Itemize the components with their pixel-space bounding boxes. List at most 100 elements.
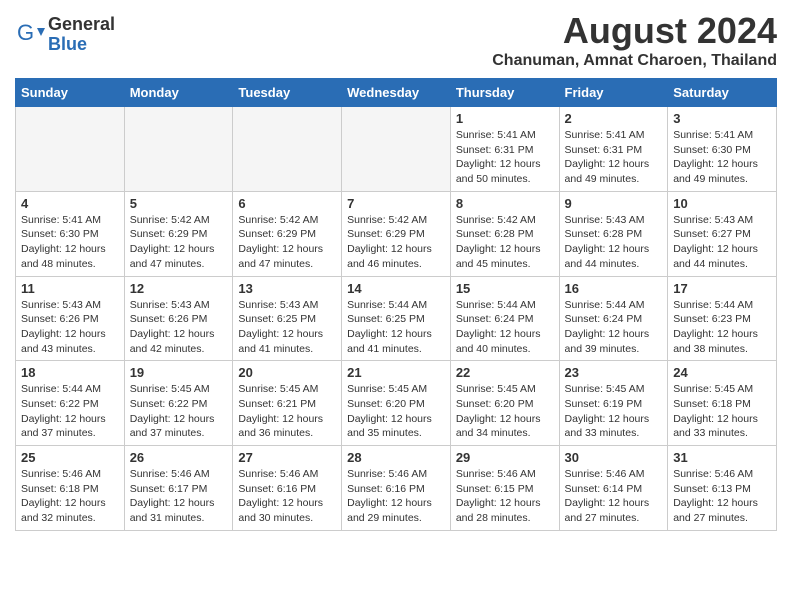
calendar-cell: 4Sunrise: 5:41 AM Sunset: 6:30 PM Daylig… <box>16 191 125 276</box>
day-number: 12 <box>130 281 228 296</box>
day-number: 7 <box>347 196 445 211</box>
calendar-cell: 19 Sunrise: 5:45 AM Sunset: 6:22 PM Dayli… <box>124 361 233 446</box>
day-info: Sunrise: 5:41 AM Sunset: 6:31 PM Dayligh… <box>456 128 554 187</box>
calendar-cell <box>342 107 451 192</box>
calendar-cell: 9Sunrise: 5:43 AM Sunset: 6:28 PM Daylig… <box>559 191 668 276</box>
day-number: 16 <box>565 281 663 296</box>
title-area: August 2024 Chanuman, Amnat Charoen, Tha… <box>492 10 777 70</box>
day-number: 14 <box>347 281 445 296</box>
svg-text:G: G <box>17 20 34 45</box>
day-number: 23 <box>565 365 663 380</box>
day-info: Sunrise: 5:46 AM Sunset: 6:13 PM Dayligh… <box>673 467 771 526</box>
day-number: 1 <box>456 111 554 126</box>
calendar-week-4: 25 Sunrise: 5:46 AM Sunset: 6:18 PM Dayli… <box>16 446 777 531</box>
calendar-cell: 25 Sunrise: 5:46 AM Sunset: 6:18 PM Dayli… <box>16 446 125 531</box>
weekday-header-friday: Friday <box>559 79 668 107</box>
day-number: 6 <box>238 196 336 211</box>
calendar-table: SundayMondayTuesdayWednesdayThursdayFrid… <box>15 78 777 531</box>
day-info: Sunrise: 5:42 AM Sunset: 6:29 PM Dayligh… <box>347 213 445 272</box>
logo-text: General Blue <box>48 15 115 55</box>
weekday-header-sunday: Sunday <box>16 79 125 107</box>
day-number: 18 <box>21 365 119 380</box>
calendar-week-0: 1 Sunrise: 5:41 AM Sunset: 6:31 PM Daylig… <box>16 107 777 192</box>
day-number: 24 <box>673 365 771 380</box>
day-number: 15 <box>456 281 554 296</box>
day-info: Sunrise: 5:42 AM Sunset: 6:29 PM Dayligh… <box>238 213 336 272</box>
day-number: 2 <box>565 111 663 126</box>
calendar-cell: 31 Sunrise: 5:46 AM Sunset: 6:13 PM Dayli… <box>668 446 777 531</box>
weekday-header-wednesday: Wednesday <box>342 79 451 107</box>
weekday-header-monday: Monday <box>124 79 233 107</box>
day-info: Sunrise: 5:46 AM Sunset: 6:14 PM Dayligh… <box>565 467 663 526</box>
day-number: 20 <box>238 365 336 380</box>
calendar-cell: 30Sunrise: 5:46 AM Sunset: 6:14 PM Dayli… <box>559 446 668 531</box>
day-info: Sunrise: 5:44 AM Sunset: 6:22 PM Dayligh… <box>21 382 119 441</box>
day-info: Sunrise: 5:41 AM Sunset: 6:31 PM Dayligh… <box>565 128 663 187</box>
day-info: Sunrise: 5:45 AM Sunset: 6:22 PM Dayligh… <box>130 382 228 441</box>
calendar-cell: 3 Sunrise: 5:41 AM Sunset: 6:30 PM Daylig… <box>668 107 777 192</box>
day-info: Sunrise: 5:46 AM Sunset: 6:17 PM Dayligh… <box>130 467 228 526</box>
calendar-cell <box>233 107 342 192</box>
weekday-header-tuesday: Tuesday <box>233 79 342 107</box>
day-info: Sunrise: 5:43 AM Sunset: 6:25 PM Dayligh… <box>238 298 336 357</box>
calendar-cell: 18 Sunrise: 5:44 AM Sunset: 6:22 PM Dayli… <box>16 361 125 446</box>
day-number: 31 <box>673 450 771 465</box>
day-number: 27 <box>238 450 336 465</box>
calendar-cell <box>16 107 125 192</box>
calendar-cell: 2 Sunrise: 5:41 AM Sunset: 6:31 PM Daylig… <box>559 107 668 192</box>
day-info: Sunrise: 5:46 AM Sunset: 6:16 PM Dayligh… <box>347 467 445 526</box>
calendar-cell: 14 Sunrise: 5:44 AM Sunset: 6:25 PM Dayli… <box>342 276 451 361</box>
calendar-cell: 23 Sunrise: 5:45 AM Sunset: 6:19 PM Dayli… <box>559 361 668 446</box>
day-number: 29 <box>456 450 554 465</box>
calendar-cell: 6 Sunrise: 5:42 AM Sunset: 6:29 PM Daylig… <box>233 191 342 276</box>
logo-icon: G <box>15 20 45 50</box>
day-number: 26 <box>130 450 228 465</box>
day-info: Sunrise: 5:44 AM Sunset: 6:24 PM Dayligh… <box>565 298 663 357</box>
weekday-header-thursday: Thursday <box>450 79 559 107</box>
day-info: Sunrise: 5:43 AM Sunset: 6:26 PM Dayligh… <box>21 298 119 357</box>
month-year: August 2024 <box>492 10 777 52</box>
day-number: 25 <box>21 450 119 465</box>
calendar-cell: 16 Sunrise: 5:44 AM Sunset: 6:24 PM Dayli… <box>559 276 668 361</box>
calendar-cell: 7 Sunrise: 5:42 AM Sunset: 6:29 PM Daylig… <box>342 191 451 276</box>
day-info: Sunrise: 5:41 AM Sunset: 6:30 PM Dayligh… <box>21 213 119 272</box>
day-info: Sunrise: 5:46 AM Sunset: 6:18 PM Dayligh… <box>21 467 119 526</box>
calendar-cell: 5Sunrise: 5:42 AM Sunset: 6:29 PM Daylig… <box>124 191 233 276</box>
logo-general-text: General <box>48 15 115 35</box>
header: G General Blue August 2024 Chanuman, Amn… <box>15 10 777 70</box>
calendar-week-2: 11 Sunrise: 5:43 AM Sunset: 6:26 PM Dayli… <box>16 276 777 361</box>
day-info: Sunrise: 5:45 AM Sunset: 6:21 PM Dayligh… <box>238 382 336 441</box>
logo: G General Blue <box>15 15 115 55</box>
day-info: Sunrise: 5:45 AM Sunset: 6:18 PM Dayligh… <box>673 382 771 441</box>
day-info: Sunrise: 5:45 AM Sunset: 6:20 PM Dayligh… <box>347 382 445 441</box>
day-info: Sunrise: 5:43 AM Sunset: 6:27 PM Dayligh… <box>673 213 771 272</box>
calendar-cell: 26 Sunrise: 5:46 AM Sunset: 6:17 PM Dayli… <box>124 446 233 531</box>
calendar-cell <box>124 107 233 192</box>
day-number: 17 <box>673 281 771 296</box>
day-info: Sunrise: 5:44 AM Sunset: 6:24 PM Dayligh… <box>456 298 554 357</box>
weekday-header-row: SundayMondayTuesdayWednesdayThursdayFrid… <box>16 79 777 107</box>
location: Chanuman, Amnat Charoen, Thailand <box>492 52 777 70</box>
calendar-cell: 13Sunrise: 5:43 AM Sunset: 6:25 PM Dayli… <box>233 276 342 361</box>
day-info: Sunrise: 5:46 AM Sunset: 6:16 PM Dayligh… <box>238 467 336 526</box>
day-info: Sunrise: 5:42 AM Sunset: 6:29 PM Dayligh… <box>130 213 228 272</box>
logo-blue-text: Blue <box>48 35 115 55</box>
calendar-cell: 27 Sunrise: 5:46 AM Sunset: 6:16 PM Dayli… <box>233 446 342 531</box>
day-info: Sunrise: 5:43 AM Sunset: 6:26 PM Dayligh… <box>130 298 228 357</box>
calendar-cell: 29Sunrise: 5:46 AM Sunset: 6:15 PM Dayli… <box>450 446 559 531</box>
calendar-cell: 17 Sunrise: 5:44 AM Sunset: 6:23 PM Dayli… <box>668 276 777 361</box>
calendar-cell: 20 Sunrise: 5:45 AM Sunset: 6:21 PM Dayli… <box>233 361 342 446</box>
day-number: 19 <box>130 365 228 380</box>
weekday-header-saturday: Saturday <box>668 79 777 107</box>
day-info: Sunrise: 5:45 AM Sunset: 6:20 PM Dayligh… <box>456 382 554 441</box>
calendar-cell: 28Sunrise: 5:46 AM Sunset: 6:16 PM Dayli… <box>342 446 451 531</box>
day-number: 11 <box>21 281 119 296</box>
day-info: Sunrise: 5:45 AM Sunset: 6:19 PM Dayligh… <box>565 382 663 441</box>
day-info: Sunrise: 5:41 AM Sunset: 6:30 PM Dayligh… <box>673 128 771 187</box>
day-info: Sunrise: 5:42 AM Sunset: 6:28 PM Dayligh… <box>456 213 554 272</box>
day-info: Sunrise: 5:44 AM Sunset: 6:25 PM Dayligh… <box>347 298 445 357</box>
day-number: 9 <box>565 196 663 211</box>
day-info: Sunrise: 5:44 AM Sunset: 6:23 PM Dayligh… <box>673 298 771 357</box>
day-number: 3 <box>673 111 771 126</box>
day-number: 10 <box>673 196 771 211</box>
